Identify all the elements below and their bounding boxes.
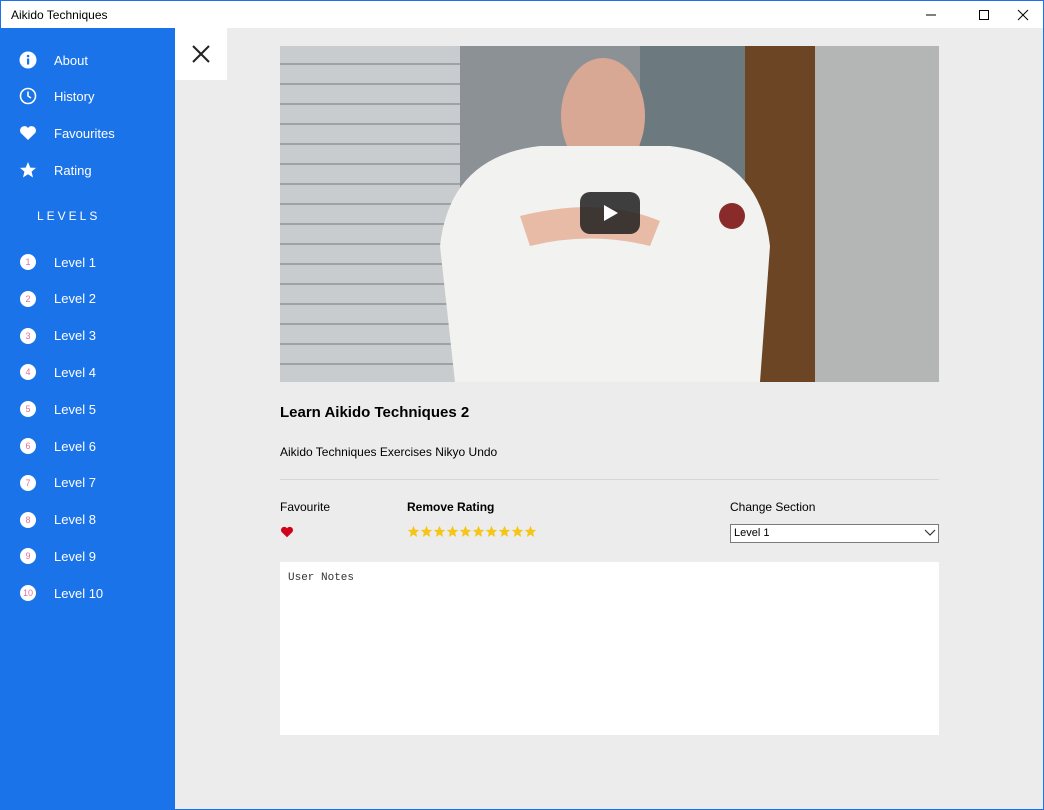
level-number-badge: 3	[20, 327, 36, 344]
level-number-icon: 3	[19, 327, 37, 345]
heart-icon	[19, 124, 37, 142]
sidebar-item-level-5[interactable]: 5 Level 5	[1, 391, 175, 427]
sidebar-item-label: Level 9	[54, 548, 96, 564]
level-number-icon: 7	[19, 474, 37, 492]
rating-stars[interactable]	[407, 524, 537, 538]
change-section-label: Change Section	[730, 500, 816, 514]
close-pane-button[interactable]	[175, 28, 227, 80]
level-number-icon: 4	[19, 363, 37, 381]
sidebar-item-label: Level 1	[54, 254, 96, 270]
level-number-badge: 10	[20, 585, 36, 602]
sidebar-item-about[interactable]: About	[1, 42, 175, 78]
sidebar-item-label: Level 10	[54, 585, 104, 601]
maximize-icon	[978, 9, 989, 20]
chevron-down-icon	[924, 529, 936, 536]
sidebar: About History Favourites Rating LEVELS 1…	[1, 28, 175, 809]
sidebar-item-level-1[interactable]: 1 Level 1	[1, 244, 175, 280]
levels-heading: LEVELS	[37, 209, 101, 223]
rating-star-icon[interactable]	[433, 524, 446, 538]
app-window: Aikido Techniques About History Favourit…	[0, 0, 1044, 810]
star-icon	[19, 161, 37, 179]
sidebar-item-label: Level 6	[54, 438, 96, 454]
level-number-badge: 6	[20, 438, 36, 454]
sidebar-item-label: Level 8	[54, 512, 96, 528]
rating-star-icon[interactable]	[511, 524, 524, 538]
favourite-toggle[interactable]	[280, 525, 294, 538]
sidebar-item-label: About	[54, 52, 88, 68]
sidebar-item-level-6[interactable]: 6 Level 6	[1, 428, 175, 464]
close-icon	[192, 45, 210, 63]
video-title: Learn Aikido Techniques 2	[280, 404, 470, 421]
remove-rating-button[interactable]: Remove Rating	[407, 500, 494, 514]
sidebar-item-label: Favourites	[54, 125, 115, 141]
sidebar-item-label: Level 7	[54, 475, 96, 491]
sidebar-item-level-4[interactable]: 4 Level 4	[1, 354, 175, 390]
minimize-icon	[925, 14, 936, 15]
level-number-badge: 5	[20, 401, 36, 418]
title-bar: Aikido Techniques	[1, 1, 1043, 28]
divider	[280, 479, 939, 480]
user-notes-textarea[interactable]: User Notes	[280, 562, 939, 735]
info-icon	[19, 51, 37, 69]
sidebar-item-label: Rating	[54, 162, 92, 178]
rating-star-icon[interactable]	[498, 524, 511, 538]
level-number-icon: 10	[19, 584, 37, 602]
window-title: Aikido Techniques	[11, 8, 108, 22]
level-number-icon: 9	[19, 547, 37, 565]
play-icon	[604, 205, 618, 221]
sidebar-item-label: History	[54, 88, 95, 104]
heart-icon	[281, 526, 293, 538]
level-number-icon: 6	[19, 437, 37, 455]
level-number-icon: 1	[19, 253, 37, 271]
section-select[interactable]: Level 1	[730, 524, 939, 543]
level-number-badge: 4	[20, 364, 36, 381]
sidebar-item-level-10[interactable]: 10 Level 10	[1, 575, 175, 611]
section-select-value: Level 1	[734, 527, 770, 539]
level-number-icon: 2	[19, 290, 37, 308]
sidebar-item-level-8[interactable]: 8 Level 8	[1, 502, 175, 538]
rating-star-icon[interactable]	[459, 524, 472, 538]
close-icon	[1017, 9, 1028, 20]
rating-star-icon[interactable]	[420, 524, 433, 538]
sidebar-item-level-3[interactable]: 3 Level 3	[1, 318, 175, 354]
sidebar-item-history[interactable]: History	[1, 78, 175, 114]
rating-star-icon[interactable]	[446, 524, 459, 538]
sidebar-item-favourites[interactable]: Favourites	[1, 115, 175, 151]
sidebar-item-rating[interactable]: Rating	[1, 152, 175, 188]
level-number-badge: 2	[20, 290, 36, 307]
video-description: Aikido Techniques Exercises Nikyo Undo	[280, 445, 498, 459]
clock-icon	[19, 87, 37, 105]
sidebar-item-level-7[interactable]: 7 Level 7	[1, 465, 175, 501]
sidebar-item-label: Level 5	[54, 401, 96, 417]
level-number-badge: 7	[20, 474, 36, 491]
rating-star-icon[interactable]	[407, 524, 420, 538]
sidebar-item-level-2[interactable]: 2 Level 2	[1, 281, 175, 317]
video-player[interactable]	[280, 46, 939, 382]
sidebar-item-label: Level 2	[54, 291, 96, 307]
rating-star-icon[interactable]	[485, 524, 498, 538]
sidebar-item-label: Level 3	[54, 328, 96, 344]
rating-star-icon[interactable]	[524, 524, 537, 538]
level-number-badge: 9	[20, 548, 36, 565]
minimize-button[interactable]	[908, 1, 953, 28]
user-notes-placeholder: User Notes	[288, 572, 355, 584]
level-number-badge: 8	[20, 511, 36, 528]
level-number-icon: 8	[19, 511, 37, 529]
level-number-badge: 1	[20, 254, 36, 270]
sidebar-item-level-9[interactable]: 9 Level 9	[1, 538, 175, 574]
level-number-icon: 5	[19, 400, 37, 418]
play-button[interactable]	[580, 192, 640, 234]
rating-star-icon[interactable]	[472, 524, 485, 538]
sidebar-item-label: Level 4	[54, 364, 96, 380]
favourite-label: Favourite	[280, 500, 331, 514]
window-close-button[interactable]	[1000, 1, 1043, 28]
